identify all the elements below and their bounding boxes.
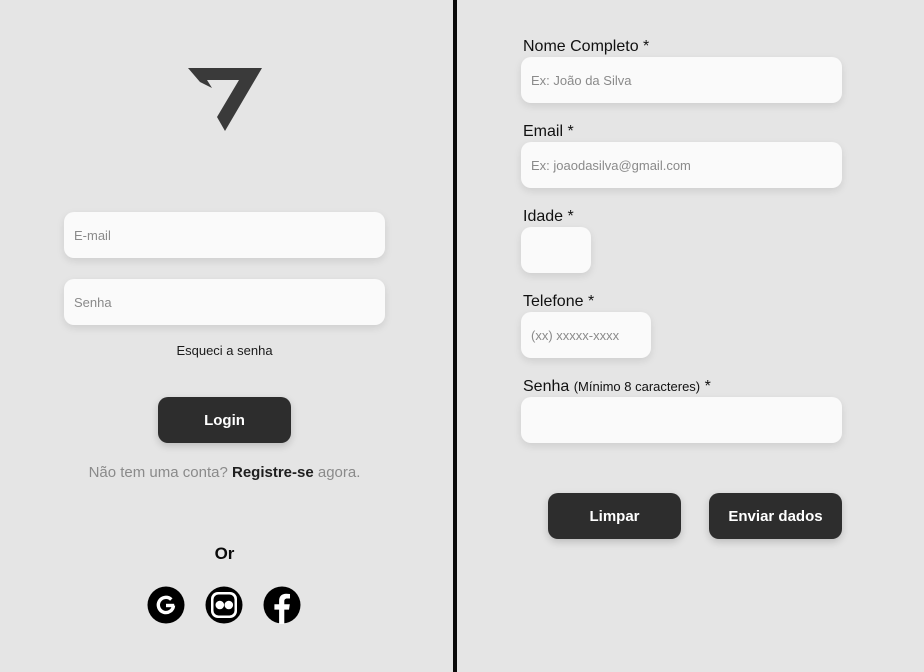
- register-password-hint: (Mínimo 8 caracteres): [573, 379, 701, 394]
- clear-button[interactable]: Limpar: [548, 493, 681, 539]
- logo-icon: [188, 68, 262, 131]
- full-name-label: Nome Completo *: [523, 38, 650, 55]
- register-password-label-text: Senha: [523, 378, 570, 395]
- required-marker: *: [704, 378, 711, 395]
- password-input[interactable]: [64, 279, 385, 325]
- login-panel: Esqueci a senha Login Não tem uma conta?…: [0, 0, 453, 672]
- email-input[interactable]: [64, 212, 385, 258]
- phone-label: Telefone *: [523, 293, 595, 310]
- google-icon[interactable]: [147, 586, 185, 624]
- flickr-icon[interactable]: [205, 586, 243, 624]
- register-prefix: Não tem uma conta?: [88, 464, 228, 481]
- register-prompt: Não tem uma conta? Registre-se agora.: [0, 464, 449, 481]
- phone-input[interactable]: [521, 312, 651, 358]
- or-separator: Or: [214, 544, 235, 563]
- login-button[interactable]: Login: [158, 397, 291, 443]
- facebook-icon[interactable]: [263, 586, 301, 624]
- age-label: Idade *: [523, 208, 574, 225]
- forgot-password-link[interactable]: Esqueci a senha: [0, 343, 449, 358]
- register-link[interactable]: Registre-se: [232, 464, 314, 481]
- submit-button[interactable]: Enviar dados: [709, 493, 842, 539]
- register-password-label: Senha (Mínimo 8 caracteres) *: [523, 378, 711, 396]
- register-email-input[interactable]: [521, 142, 842, 188]
- full-name-input[interactable]: [521, 57, 842, 103]
- register-password-input[interactable]: [521, 397, 842, 443]
- age-input[interactable]: [521, 227, 591, 273]
- register-email-label: Email *: [523, 123, 574, 140]
- register-suffix: agora.: [317, 464, 361, 481]
